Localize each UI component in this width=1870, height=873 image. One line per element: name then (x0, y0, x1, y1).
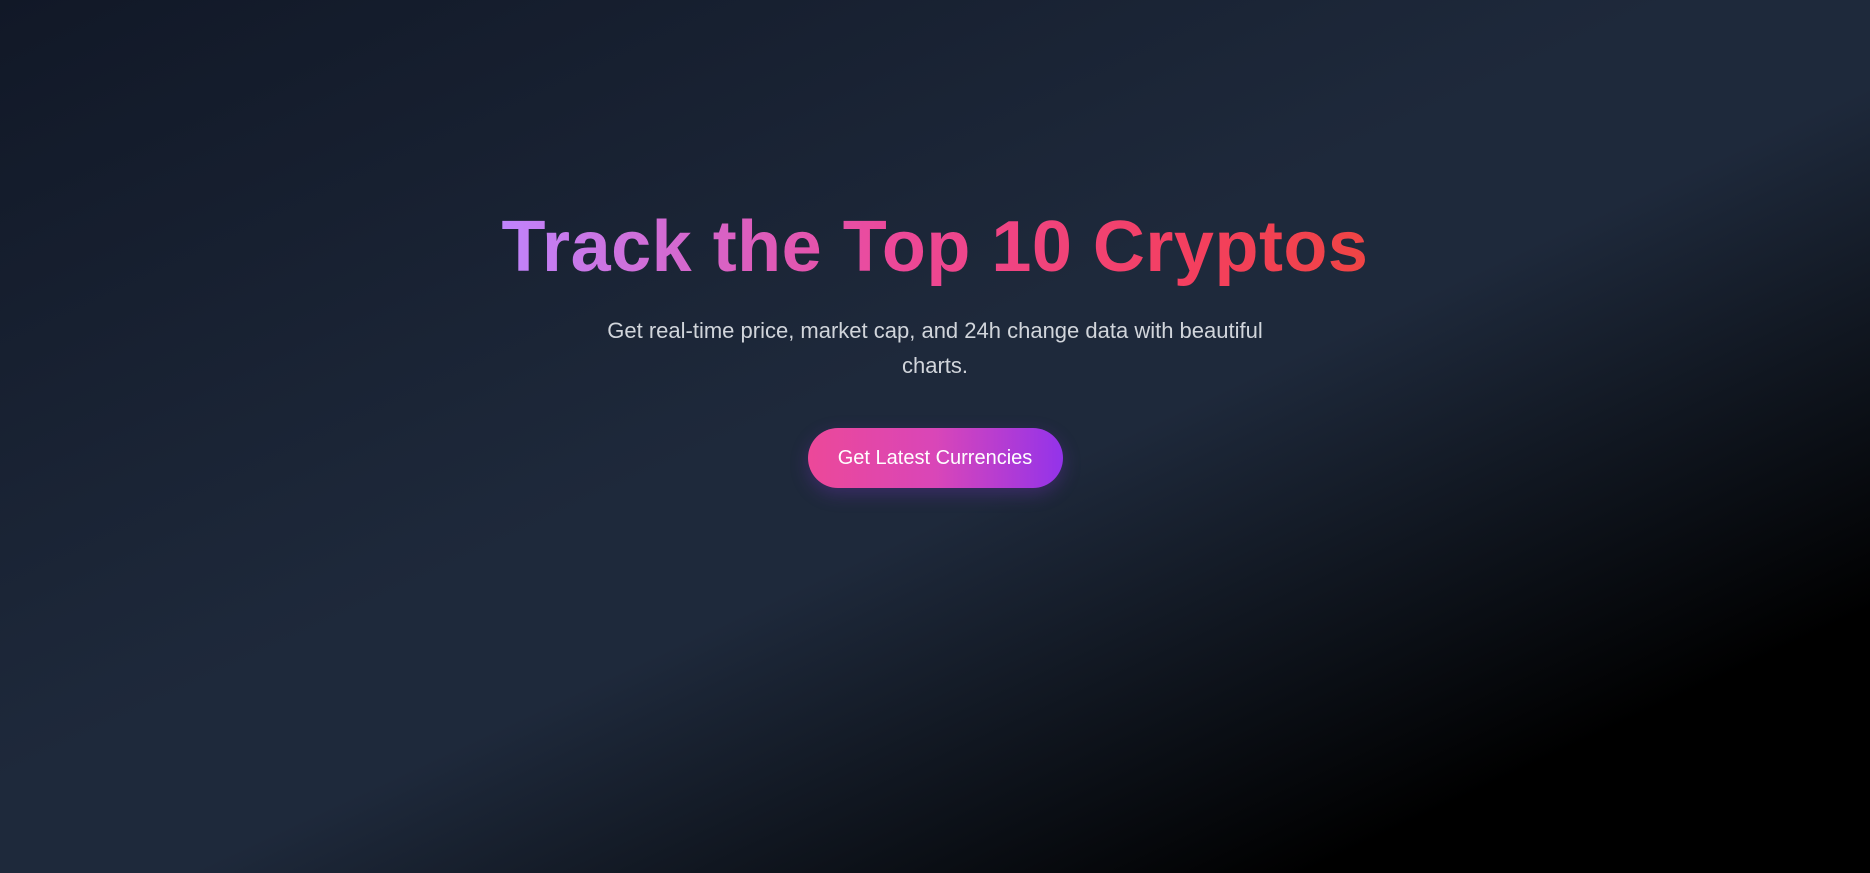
hero-title: Track the Top 10 Cryptos (501, 207, 1369, 287)
hero-subtitle: Get real-time price, market cap, and 24h… (607, 318, 1263, 378)
hero-content: Track the Top 10 Cryptos Get real-time p… (502, 205, 1369, 488)
hero-section: Track the Top 10 Cryptos Get real-time p… (0, 0, 1870, 873)
get-latest-currencies-button[interactable]: Get Latest Currencies (807, 428, 1063, 488)
